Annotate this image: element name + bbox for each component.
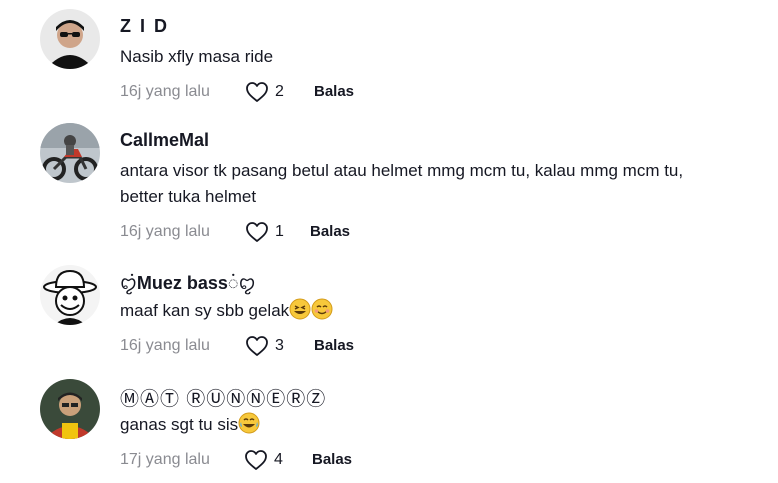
like-count: 3 [275, 337, 284, 354]
reply-button[interactable]: Balas [314, 337, 354, 354]
like-count: 4 [274, 451, 283, 468]
reply-button[interactable]: Balas [310, 223, 350, 240]
like-count: 1 [275, 223, 284, 240]
face-with-tears-of-joy-icon [238, 412, 260, 442]
heart-outline-icon[interactable] [245, 81, 269, 103]
avatar[interactable] [40, 123, 100, 183]
decorative-flourish-icon: ꩌꨄ [227, 273, 256, 293]
username[interactable]: Z I D [120, 16, 169, 37]
comment-text: maaf kan sy sbb gelak [120, 298, 720, 328]
timestamp: 16j yang lalu [120, 337, 210, 354]
heart-outline-icon[interactable] [244, 449, 268, 471]
timestamp: 16j yang lalu [120, 223, 210, 240]
grinning-squinting-face-icon [289, 298, 311, 328]
comment-meta: 16j yang lalu 3 Balas [120, 334, 620, 358]
comment-text: ganas sgt tu sis [120, 412, 720, 442]
heart-outline-icon[interactable] [245, 335, 269, 357]
comment-text: antara visor tk pasang betul atau helmet… [120, 161, 684, 206]
smiling-face-icon [311, 298, 333, 328]
comment-text: Nasib xfly masa ride [120, 47, 274, 66]
username[interactable]: CallmeMal [120, 130, 209, 151]
avatar[interactable] [40, 9, 100, 69]
decorative-flourish-icon: ꨄꩌ [120, 273, 137, 293]
like-count: 2 [275, 83, 284, 100]
heart-outline-icon[interactable] [245, 221, 269, 243]
timestamp: 17j yang lalu [120, 451, 210, 468]
comment-meta: 16j yang lalu 2 Balas [120, 80, 620, 104]
comment-meta: 16j yang lalu 1 Balas [120, 220, 620, 244]
username[interactable]: ⓂⒶⓉ ⓇⓊⓃⓃⒺⓇⓏ [120, 384, 326, 411]
reply-button[interactable]: Balas [312, 451, 352, 468]
avatar[interactable] [40, 379, 100, 439]
comment-meta: 17j yang lalu 4 Balas [120, 448, 620, 472]
timestamp: 16j yang lalu [120, 83, 210, 100]
username[interactable]: ꨄꩌMuez bassꩌꨄ [120, 270, 256, 296]
reply-button[interactable]: Balas [314, 83, 354, 100]
avatar[interactable] [40, 265, 100, 325]
